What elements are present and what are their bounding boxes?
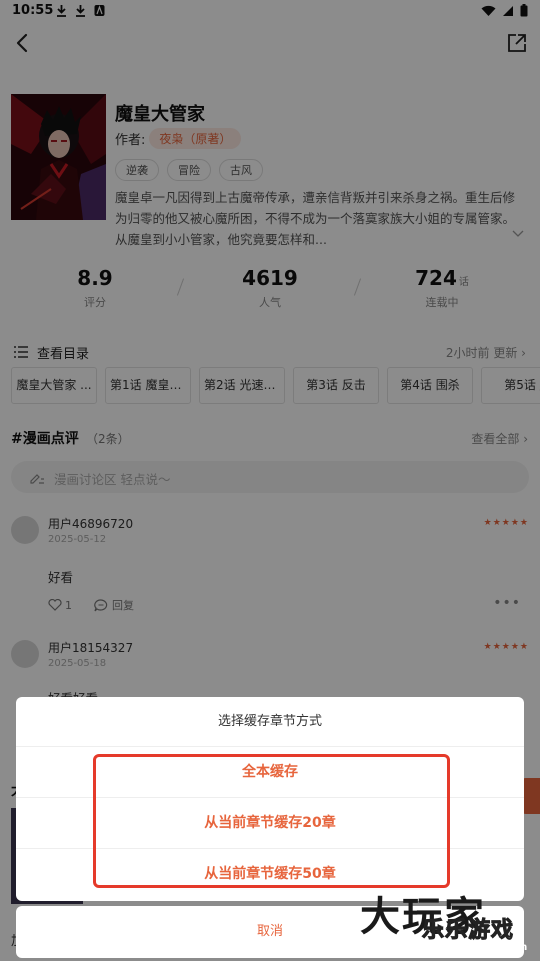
- cache-mode-dialog: 选择缓存章节方式 全本缓存 从当前章节缓存20章 从当前章节缓存50章: [16, 697, 524, 901]
- comic-detail-page: 10:55 魔皇大管家 作者: 夜枭（原著） 逆袭 冒险 古风 魔皇卓一凡因得到…: [0, 0, 540, 961]
- cache-all-option[interactable]: 全本缓存: [16, 747, 524, 798]
- dialog-title: 选择缓存章节方式: [16, 697, 524, 747]
- watermark-url: www.61l.com: [452, 942, 528, 953]
- cache-20-chapters-option[interactable]: 从当前章节缓存20章: [16, 798, 524, 849]
- watermark-logo: 乐乐游戏: [421, 918, 515, 944]
